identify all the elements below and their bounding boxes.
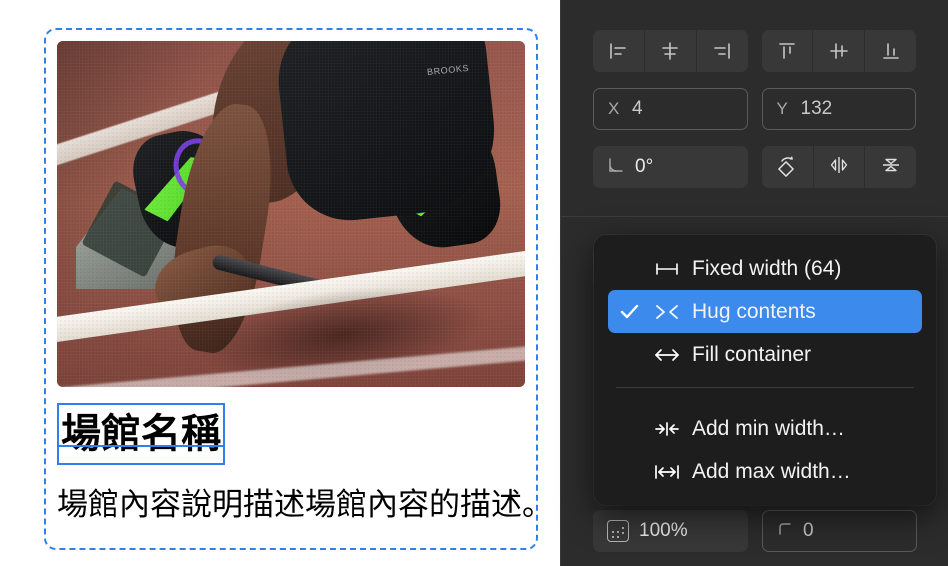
menu-label-fixed-width: Fixed width (64) — [692, 256, 842, 280]
appearance-row: 100% 0 — [561, 510, 948, 552]
flip-vertical-icon — [879, 153, 903, 182]
menu-item-fixed-width[interactable]: Fixed width (64) — [608, 247, 922, 290]
align-vertical-group — [761, 30, 916, 72]
rotation-field[interactable]: 0° — [593, 146, 749, 188]
align-bottom-button[interactable] — [864, 30, 916, 72]
x-label: X — [608, 99, 620, 118]
align-vertical-center-icon — [828, 40, 850, 62]
align-row — [561, 0, 948, 72]
menu-item-add-min-width[interactable]: Add min width… — [608, 407, 922, 450]
card-body: 場館名稱 場館內容說明描述場館內容的描述。 — [46, 387, 536, 548]
menu-label-hug-contents: Hug contents — [692, 299, 816, 323]
opacity-field[interactable]: 100% — [593, 510, 748, 552]
align-left-icon — [607, 40, 629, 62]
y-position-field[interactable]: Y 132 — [761, 88, 916, 130]
design-canvas[interactable]: BROOKS 場館名稱 場館內容說明描述場館內容的描述。 — [0, 0, 560, 566]
menu-separator — [616, 387, 914, 388]
align-horizontal-center-icon — [659, 40, 681, 62]
heading-selection-box[interactable]: 場館名稱 — [57, 403, 225, 465]
align-horizontal-group — [593, 30, 748, 72]
card-frame[interactable]: BROOKS 場館名稱 場館內容說明描述場館內容的描述。 — [44, 28, 538, 550]
card-photo[interactable]: BROOKS — [57, 41, 525, 387]
menu-item-hug-contents[interactable]: Hug contents — [608, 290, 922, 333]
flip-horizontal-icon — [827, 153, 851, 182]
menu-spacer — [594, 399, 936, 407]
panel-divider — [561, 216, 948, 217]
corner-radius-value[interactable]: 0 — [803, 520, 814, 542]
rotation-value[interactable]: 0° — [635, 156, 653, 178]
hug-contents-icon — [650, 304, 684, 320]
position-row: X 4 Y 132 — [561, 72, 948, 130]
flip-horizontal-button[interactable] — [812, 146, 865, 188]
opacity-icon — [607, 520, 629, 542]
x-position-field[interactable]: X 4 — [593, 88, 748, 130]
rotate-button[interactable] — [762, 146, 813, 188]
menu-label-add-min-width: Add min width… — [692, 416, 845, 440]
menu-item-add-max-width[interactable]: Add max width… — [608, 450, 922, 493]
align-top-button[interactable] — [762, 30, 813, 72]
corner-radius-icon — [777, 521, 793, 542]
align-horizontal-center-button[interactable] — [643, 30, 696, 72]
resizing-mode-menu[interactable]: Fixed width (64) Hug contents Fill conta… — [594, 235, 936, 505]
angle-icon — [607, 156, 625, 179]
align-top-icon — [776, 40, 798, 62]
photo-grain — [57, 41, 525, 387]
align-bottom-icon — [880, 40, 902, 62]
align-right-button[interactable] — [695, 30, 748, 72]
card-heading[interactable]: 場館名稱 — [59, 405, 223, 463]
y-label: Y — [776, 99, 788, 118]
venue-card[interactable]: BROOKS 場館名稱 場館內容說明描述場館內容的描述。 — [46, 30, 536, 548]
align-vertical-center-button[interactable] — [812, 30, 864, 72]
y-value[interactable]: 132 — [801, 98, 833, 120]
menu-label-add-max-width: Add max width… — [692, 459, 851, 483]
menu-label-fill-container: Fill container — [692, 342, 812, 366]
opacity-value[interactable]: 100% — [639, 520, 688, 542]
flip-vertical-button[interactable] — [864, 146, 916, 188]
card-description[interactable]: 場館內容說明描述場館內容的描述。 — [57, 485, 536, 525]
add-max-width-icon — [650, 464, 684, 480]
heading-baseline — [59, 445, 223, 447]
rotate-icon — [775, 153, 799, 182]
align-right-icon — [711, 40, 733, 62]
editor-window: BROOKS 場館名稱 場館內容說明描述場館內容的描述。 — [0, 0, 948, 566]
transform-group — [762, 146, 916, 188]
corner-radius-field[interactable]: 0 — [761, 510, 917, 552]
x-value[interactable]: 4 — [632, 98, 643, 120]
menu-item-fill-container[interactable]: Fill container — [608, 333, 922, 376]
check-icon — [608, 304, 650, 319]
fixed-width-icon — [650, 262, 684, 276]
add-min-width-icon — [650, 421, 684, 437]
align-left-button[interactable] — [593, 30, 644, 72]
fill-container-icon — [650, 347, 684, 363]
rotation-row: 0° — [561, 130, 948, 188]
